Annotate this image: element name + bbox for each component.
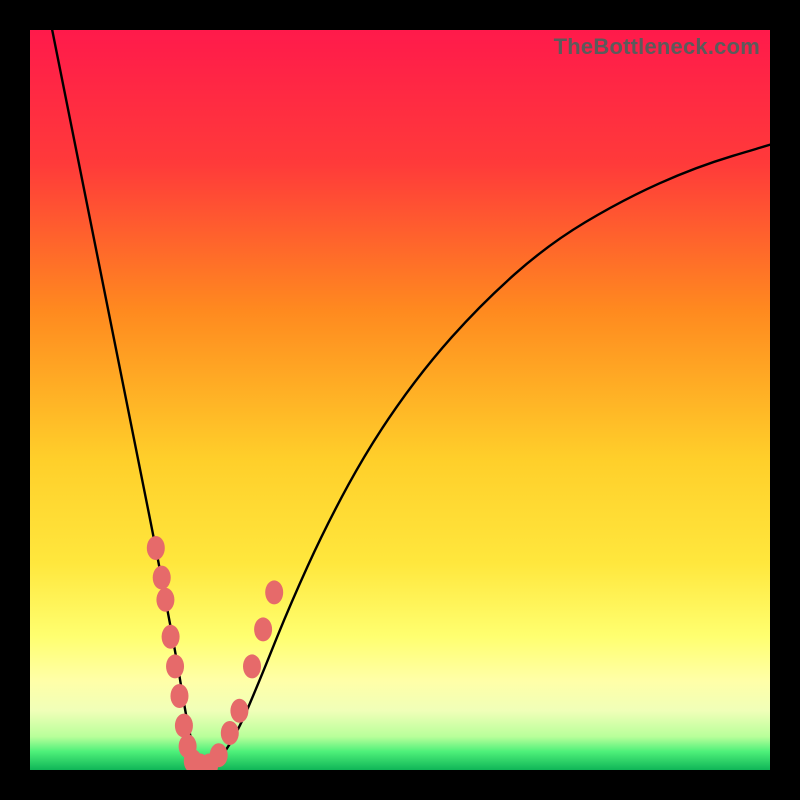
data-dot: [175, 714, 193, 738]
data-dot: [166, 654, 184, 678]
dots-layer: [147, 536, 283, 770]
data-dot: [210, 743, 228, 767]
bottleneck-curve: [52, 30, 770, 766]
data-dot: [265, 580, 283, 604]
data-dot: [147, 536, 165, 560]
watermark-text: TheBottleneck.com: [554, 34, 760, 60]
chart-frame: TheBottleneck.com: [0, 0, 800, 800]
data-dot: [162, 625, 180, 649]
data-dot: [156, 588, 174, 612]
curve-layer: [30, 30, 770, 770]
data-dot: [230, 699, 248, 723]
data-dot: [221, 721, 239, 745]
data-dot: [170, 684, 188, 708]
data-dot: [153, 566, 171, 590]
data-dot: [254, 617, 272, 641]
data-dot: [243, 654, 261, 678]
plot-area: TheBottleneck.com: [30, 30, 770, 770]
